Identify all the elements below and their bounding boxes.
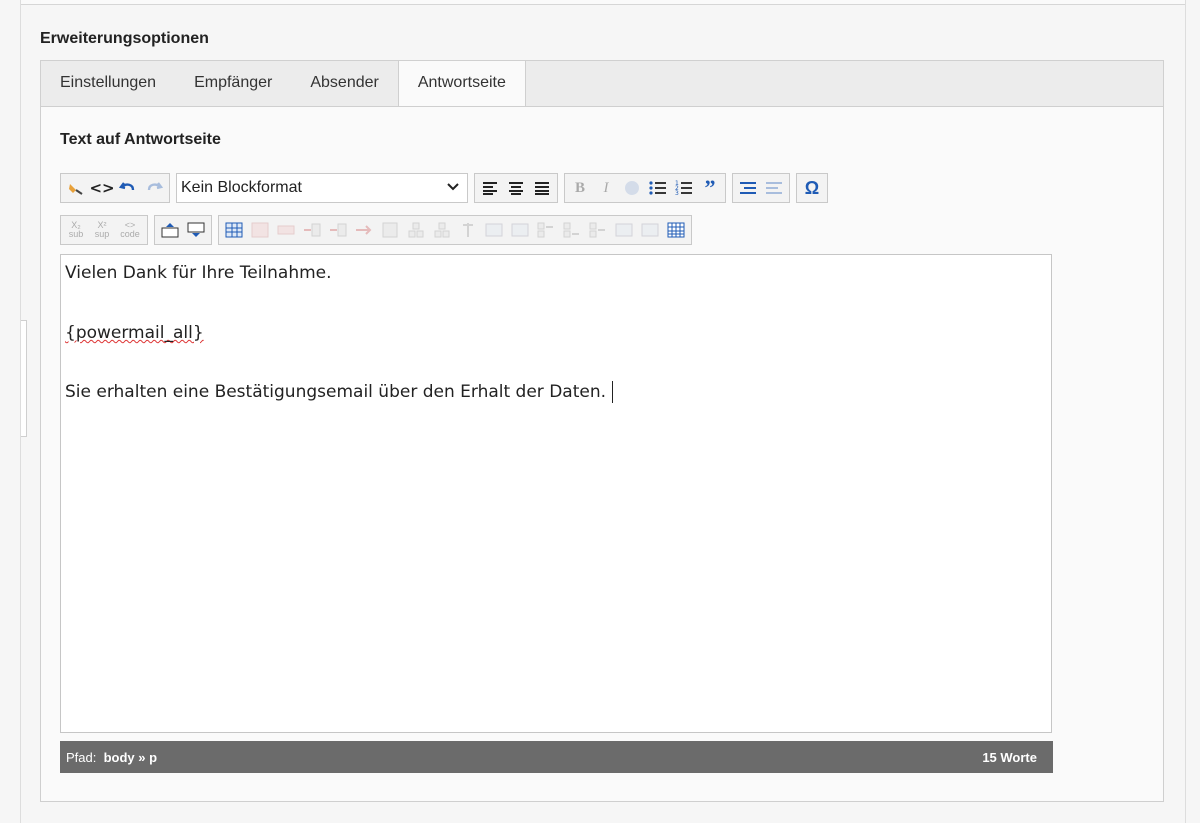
brush-icon[interactable] <box>64 176 88 200</box>
code-label: code <box>120 229 140 239</box>
insert-paragraph-before-icon[interactable] <box>158 218 182 242</box>
toolbar-group-history: <> <box>60 173 170 203</box>
code-icon[interactable]: <> code <box>116 218 144 242</box>
outdent-icon[interactable] <box>762 176 786 200</box>
cell-insert-after-icon[interactable] <box>586 218 610 242</box>
link-icon[interactable] <box>620 176 644 200</box>
toolbar-group-script: X₂ sub X² sup <> code <box>60 215 148 245</box>
toolbar-row-1: <> Kein Blockformat B I 123 ” Ω <box>60 173 828 203</box>
cell-merge-icon[interactable] <box>638 218 662 242</box>
svg-text:3: 3 <box>675 190 679 196</box>
redo-icon[interactable] <box>142 176 166 200</box>
tab-empfaenger[interactable]: Empfänger <box>175 61 291 107</box>
blockformat-select[interactable]: Kein Blockformat <box>176 173 468 203</box>
path-label: Pfad: <box>66 749 97 765</box>
indent-icon[interactable] <box>736 176 760 200</box>
row-insert-under-icon[interactable] <box>326 218 350 242</box>
blockformat-value: Kein Blockformat <box>181 179 302 196</box>
toolbar-group-format: B I 123 ” <box>564 173 726 203</box>
col-insert-after-icon[interactable] <box>456 218 480 242</box>
tab-bar: Einstellungen Empfänger Absender Antwort… <box>40 60 1164 108</box>
field-label: Text auf Antwortseite <box>60 131 221 148</box>
table-properties-icon[interactable] <box>248 218 272 242</box>
rich-text-editor[interactable]: Vielen Dank für Ihre Teilnahme. {powerma… <box>60 254 1052 733</box>
path-value[interactable]: body » p <box>104 750 157 765</box>
align-center-icon[interactable] <box>504 176 528 200</box>
tab-absender[interactable]: Absender <box>291 61 398 107</box>
col-properties-icon[interactable] <box>404 218 428 242</box>
editor-line-1: Vielen Dank für Ihre Teilnahme. <box>65 263 332 283</box>
row-insert-above-icon[interactable] <box>300 218 324 242</box>
editor-statusbar: Pfad: body » p 15 Worte <box>60 741 1053 773</box>
subscript-label: sub <box>68 229 84 239</box>
insert-paragraph-after-icon[interactable] <box>184 218 208 242</box>
italic-icon[interactable]: I <box>594 176 618 200</box>
omega-icon[interactable]: Ω <box>800 176 824 200</box>
superscript-icon[interactable]: X² sup <box>90 218 114 242</box>
cell-delete-icon[interactable] <box>612 218 636 242</box>
superscript-label: sup <box>94 229 110 239</box>
cell-insert-before-icon[interactable] <box>560 218 584 242</box>
row-delete-icon[interactable] <box>352 218 376 242</box>
row-split-icon[interactable] <box>378 218 402 242</box>
chevron-down-icon <box>447 179 459 197</box>
text-caret <box>612 381 614 403</box>
top-divider <box>21 0 1185 5</box>
insert-table-icon[interactable] <box>222 218 246 242</box>
cell-properties-icon[interactable] <box>534 218 558 242</box>
col-insert-before-icon[interactable] <box>430 218 454 242</box>
side-panel-stub <box>21 320 27 437</box>
undo-icon[interactable] <box>116 176 140 200</box>
editor-line-2: {powermail_all} <box>65 323 204 343</box>
path-indicator: Pfad: body » p <box>66 750 157 765</box>
tab-panel: Text auf Antwortseite <> Kein Blockforma… <box>40 106 1164 802</box>
toolbar-group-table <box>218 215 692 245</box>
tab-einstellungen[interactable]: Einstellungen <box>41 61 175 107</box>
col-delete-icon[interactable] <box>482 218 506 242</box>
source-code-icon[interactable]: <> <box>89 176 114 200</box>
toolbar-group-align <box>474 173 558 203</box>
blockquote-icon[interactable]: ” <box>698 175 722 200</box>
editor-line-3: Sie erhalten eine Bestätigungsemail über… <box>65 381 614 403</box>
tab-antwortseite[interactable]: Antwortseite <box>397 61 526 108</box>
align-left-icon[interactable] <box>478 176 502 200</box>
editor-line-3-text: Sie erhalten eine Bestätigungsemail über… <box>65 382 607 402</box>
bold-icon[interactable]: B <box>568 176 592 200</box>
word-count: 15 Worte <box>982 749 1037 765</box>
bullet-list-icon[interactable] <box>646 176 670 200</box>
numbered-list-icon[interactable]: 123 <box>672 176 696 200</box>
toolbar-group-indent <box>732 173 790 203</box>
table-toggle-borders-icon[interactable] <box>664 218 688 242</box>
toolbar-row-2: X₂ sub X² sup <> code <box>60 215 692 245</box>
toolbar-group-special: Ω <box>796 173 828 203</box>
row-properties-icon[interactable] <box>274 218 298 242</box>
subscript-icon[interactable]: X₂ sub <box>64 218 88 242</box>
section-title: Erweiterungsoptionen <box>40 30 209 47</box>
col-split-icon[interactable] <box>508 218 532 242</box>
placeholder-token: {powermail_all} <box>65 323 204 343</box>
toolbar-group-insert <box>154 215 212 245</box>
align-justify-icon[interactable] <box>530 176 554 200</box>
